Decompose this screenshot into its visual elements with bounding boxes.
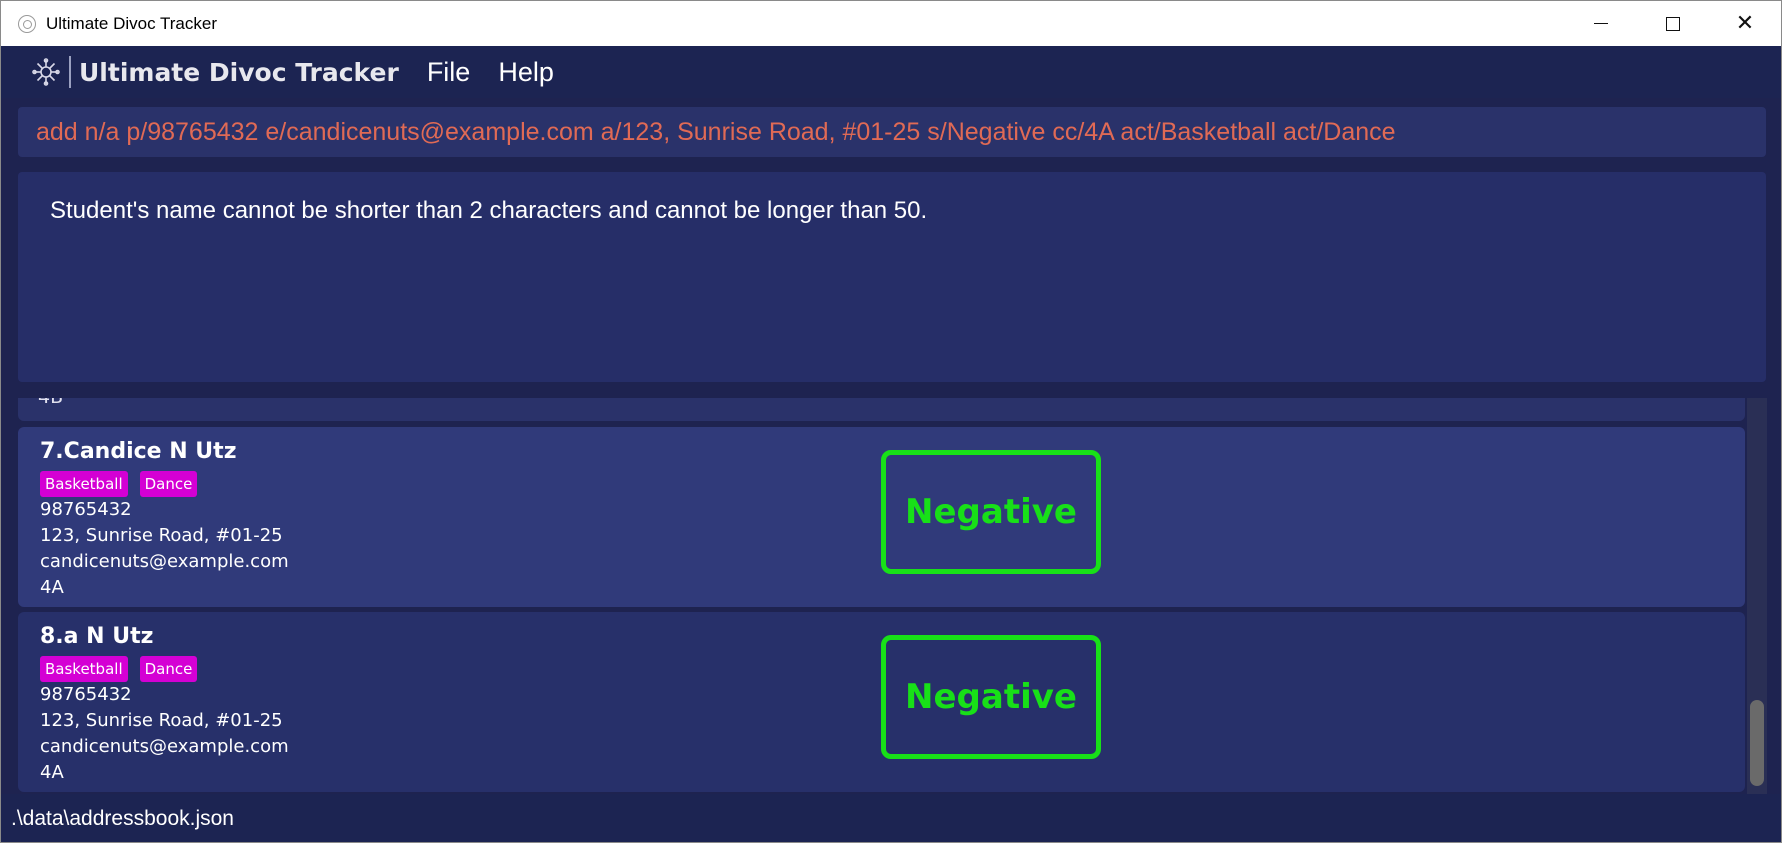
result-display: Student's name cannot be shorter than 2 … xyxy=(18,172,1766,382)
scrollbar-thumb[interactable] xyxy=(1750,700,1764,786)
app-window: Ultimate Divoc Tracker ✕ Ultimate Divoc … xyxy=(0,0,1782,843)
close-button[interactable]: ✕ xyxy=(1709,1,1781,46)
minimize-icon xyxy=(1594,22,1608,25)
activity-tag: Basketball xyxy=(40,471,128,497)
student-list[interactable]: 4B 7. Candice N Utz Basketball Dance 987… xyxy=(1,398,1781,794)
student-name-text: Candice N Utz xyxy=(63,438,237,464)
covid-status-label: Negative xyxy=(905,492,1077,532)
save-file-path: .\data\addressbook.json xyxy=(11,807,234,830)
covid-status-badge: Negative xyxy=(881,450,1101,574)
maximize-icon xyxy=(1666,16,1680,31)
app-icon xyxy=(18,14,36,33)
student-index: 7. xyxy=(40,438,64,464)
title-bar: Ultimate Divoc Tracker ✕ xyxy=(1,1,1781,46)
list-item[interactable]: 4B xyxy=(18,398,1745,421)
student-class: 4A xyxy=(40,577,64,598)
minimize-button[interactable] xyxy=(1565,1,1637,46)
activity-tag: Dance xyxy=(139,656,198,682)
logo-separator xyxy=(69,56,71,88)
student-card[interactable]: 8. a N Utz Basketball Dance 98765432 123… xyxy=(18,612,1745,792)
window-title: Ultimate Divoc Tracker xyxy=(46,13,217,33)
partial-cca: 4B xyxy=(38,398,63,408)
covid-status-label: Negative xyxy=(905,677,1077,717)
menu-file[interactable]: File xyxy=(427,57,471,88)
covid-status-badge: Negative xyxy=(881,635,1101,759)
window-controls: ✕ xyxy=(1565,1,1781,46)
virus-logo-icon xyxy=(31,57,61,87)
result-message: Student's name cannot be shorter than 2 … xyxy=(50,197,928,224)
list-scrollbar[interactable] xyxy=(1747,398,1767,794)
student-name-text: a N Utz xyxy=(63,623,154,649)
close-icon: ✕ xyxy=(1735,10,1755,36)
activity-tag: Basketball xyxy=(40,656,128,682)
student-class: 4A xyxy=(40,762,64,783)
menu-help[interactable]: Help xyxy=(498,57,554,88)
menu-bar: Ultimate Divoc Tracker File Help xyxy=(1,46,1781,98)
status-bar: .\data\addressbook.json xyxy=(1,794,1781,842)
student-index: 8. xyxy=(40,623,64,649)
command-input[interactable]: add n/a p/98765432 e/candicenuts@example… xyxy=(36,118,1396,147)
student-card[interactable]: 7. Candice N Utz Basketball Dance 987654… xyxy=(18,427,1745,607)
activity-tag: Dance xyxy=(139,471,198,497)
maximize-button[interactable] xyxy=(1637,1,1709,46)
command-box[interactable]: add n/a p/98765432 e/candicenuts@example… xyxy=(18,107,1766,157)
app-name: Ultimate Divoc Tracker xyxy=(79,57,399,87)
